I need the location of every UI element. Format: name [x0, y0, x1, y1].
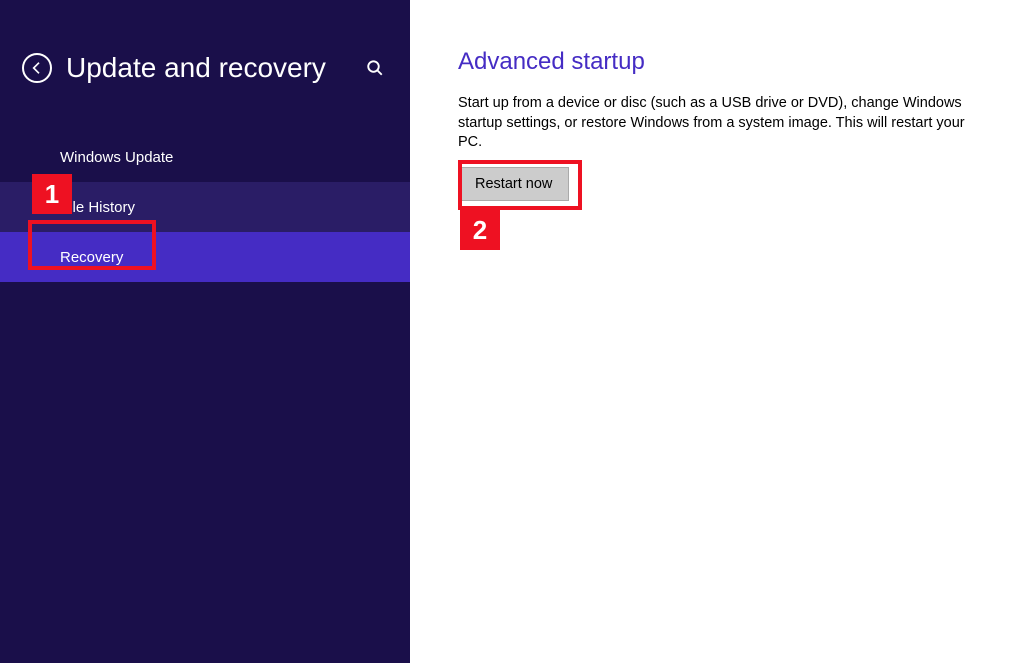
sidebar-item-recovery[interactable]: Recovery: [0, 232, 410, 282]
section-description: Start up from a device or disc (such as …: [458, 94, 976, 153]
back-button[interactable]: [22, 53, 52, 83]
sidebar-item-file-history[interactable]: File History: [0, 182, 410, 232]
arrow-left-icon: [29, 60, 45, 76]
search-button[interactable]: [360, 53, 390, 83]
sidebar-item-label: File History: [60, 199, 135, 216]
section-title: Advanced startup: [458, 48, 976, 76]
search-icon: [366, 59, 384, 77]
content-area: Advanced startup Start up from a device …: [410, 0, 1024, 663]
sidebar-item-label: Windows Update: [60, 149, 173, 166]
sidebar: Update and recovery Windows Update File …: [0, 0, 410, 663]
sidebar-item-label: Recovery: [60, 249, 123, 266]
sidebar-nav: Windows Update File History Recovery: [0, 132, 410, 282]
sidebar-item-windows-update[interactable]: Windows Update: [0, 132, 410, 182]
page-title: Update and recovery: [66, 52, 346, 84]
header: Update and recovery: [0, 0, 410, 114]
restart-now-button[interactable]: Restart now: [458, 167, 569, 201]
